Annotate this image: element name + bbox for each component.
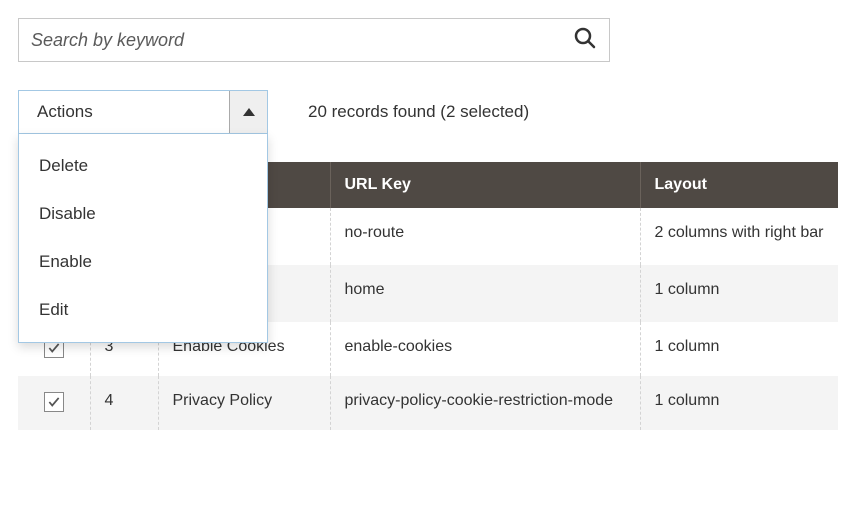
- actions-dropdown[interactable]: Actions: [18, 90, 268, 134]
- cell-layout: 1 column: [640, 322, 838, 376]
- search-icon[interactable]: [573, 26, 597, 54]
- cell-layout: 2 columns with right bar: [640, 208, 838, 265]
- column-header-url-key[interactable]: URL Key: [330, 162, 640, 208]
- cell-url-key: privacy-policy-cookie-restriction-mode: [330, 376, 640, 430]
- actions-menu-item-enable[interactable]: Enable: [19, 238, 267, 286]
- actions-menu-item-delete[interactable]: Delete: [19, 142, 267, 190]
- cell-url-key: no-route: [330, 208, 640, 265]
- actions-menu-item-disable[interactable]: Disable: [19, 190, 267, 238]
- cell-url-key: home: [330, 265, 640, 322]
- column-header-layout[interactable]: Layout: [640, 162, 838, 208]
- table-row: 4 Privacy Policy privacy-policy-cookie-r…: [18, 376, 838, 430]
- cell-layout: 1 column: [640, 265, 838, 322]
- row-checkbox[interactable]: [44, 392, 64, 412]
- cell-title: Privacy Policy: [158, 376, 330, 430]
- actions-menu-item-edit[interactable]: Edit: [19, 286, 267, 334]
- cell-url-key: enable-cookies: [330, 322, 640, 376]
- search-input[interactable]: [31, 30, 573, 51]
- cell-layout: 1 column: [640, 376, 838, 430]
- chevron-up-icon[interactable]: [229, 91, 267, 133]
- records-found: 20 records found (2 selected): [308, 102, 529, 122]
- actions-menu: Delete Disable Enable Edit: [18, 134, 268, 343]
- search-bar[interactable]: [18, 18, 610, 62]
- actions-label: Actions: [19, 102, 229, 122]
- toolbar: Actions 20 records found (2 selected) De…: [18, 90, 837, 134]
- cell-id: 4: [90, 376, 158, 430]
